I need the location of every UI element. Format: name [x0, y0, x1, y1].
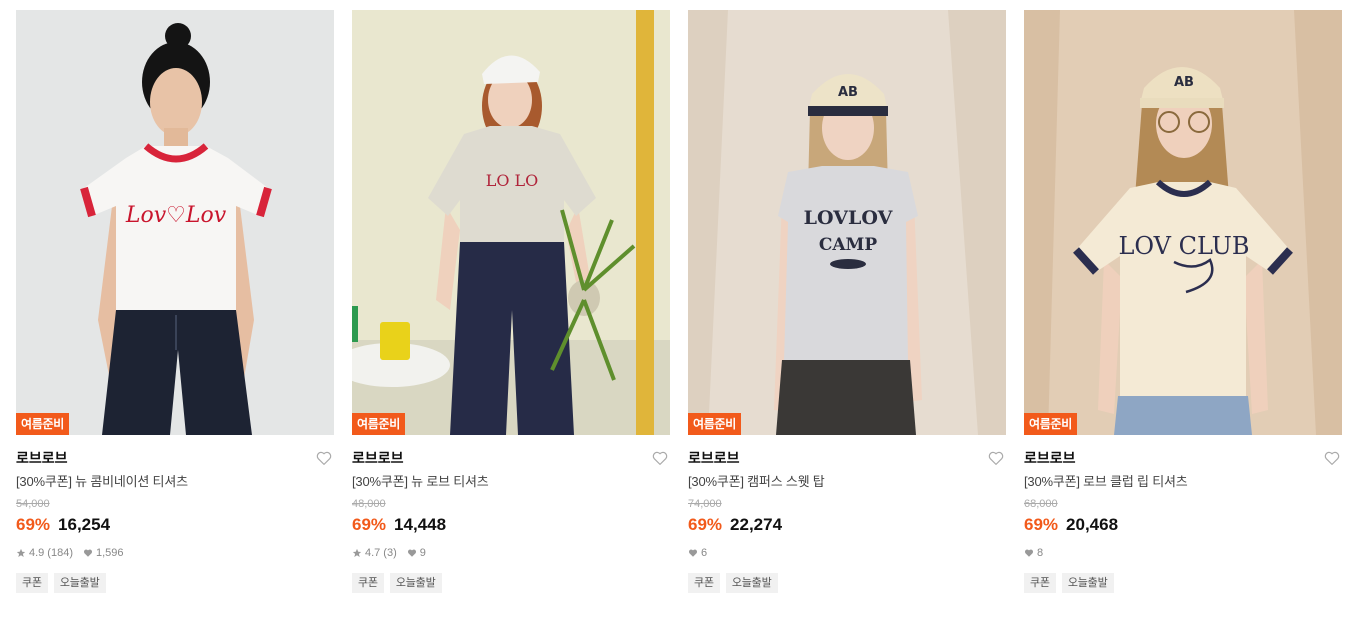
heart-icon[interactable]: [315, 449, 333, 467]
brand-name[interactable]: 로브로브: [688, 449, 1006, 467]
heart-filled-icon: [407, 549, 416, 557]
product-info: 로브로브 [30%쿠폰] 뉴 로브 티셔츠 48,000 69% 14,448 …: [352, 435, 670, 593]
promo-badge: 여름준비: [1024, 413, 1077, 435]
tag-same-day-shipping: 오늘출발: [1061, 573, 1114, 593]
tag-coupon: 쿠폰: [1024, 573, 1056, 593]
likes: 8: [1024, 547, 1043, 559]
heart-filled-icon: [1024, 549, 1034, 557]
price-row: 69% 20,468: [1024, 514, 1342, 536]
product-name[interactable]: [30%쿠폰] 뉴 콤비네이션 티셔츠: [16, 473, 334, 491]
tag-same-day-shipping: 오늘출발: [725, 573, 778, 593]
heart-filled-icon: [83, 549, 93, 557]
product-photo: AB LOV CLUB: [1024, 10, 1342, 435]
heart-icon[interactable]: [1323, 449, 1341, 467]
tag-coupon: 쿠폰: [352, 573, 384, 593]
product-stats: 4.9 (184) 1,596: [16, 545, 334, 561]
likes: 1,596: [83, 547, 124, 559]
product-image[interactable]: AB LOVLOV CAMP 여름준비: [688, 10, 1006, 435]
discount-rate: 69%: [1024, 515, 1059, 534]
product-name[interactable]: [30%쿠폰] 캠퍼스 스웻 탑: [688, 473, 1006, 491]
price-row: 69% 16,254: [16, 514, 334, 536]
likes: 6: [688, 547, 707, 559]
original-price: 74,000: [688, 498, 722, 510]
tag-same-day-shipping: 오늘출발: [389, 573, 442, 593]
tag-list: 쿠폰 오늘출발: [16, 573, 334, 593]
review-count: (184): [47, 547, 73, 559]
heart-icon[interactable]: [987, 449, 1005, 467]
likes: 9: [407, 547, 426, 559]
sale-price: 22,274: [730, 515, 783, 534]
product-grid: Lov♡Lov 여름준비 로브로브 [30%쿠폰] 뉴 콤비네이션 티셔츠 54…: [0, 0, 1350, 619]
rating-value: 4.9: [29, 547, 45, 559]
discount-rate: 69%: [352, 515, 387, 534]
price-row: 69% 14,448: [352, 514, 670, 536]
discount-rate: 69%: [688, 515, 723, 534]
discount-rate: 69%: [16, 515, 51, 534]
sale-price: 14,448: [394, 515, 447, 534]
promo-badge: 여름준비: [688, 413, 741, 435]
star-icon: [16, 548, 26, 557]
like-count: 6: [701, 547, 708, 559]
sale-price: 20,468: [1066, 515, 1119, 534]
svg-text:LOVLOV: LOVLOV: [804, 207, 894, 229]
svg-text:AB: AB: [1174, 75, 1194, 90]
product-stats: 6: [688, 545, 1006, 561]
promo-badge: 여름준비: [16, 413, 69, 435]
product-stats: 4.7 (3) 9: [352, 545, 670, 561]
original-price: 48,000: [352, 498, 386, 510]
product-info: 로브로브 [30%쿠폰] 뉴 콤비네이션 티셔츠 54,000 69% 16,2…: [16, 435, 334, 593]
tag-list: 쿠폰 오늘출발: [1024, 573, 1342, 593]
product-image[interactable]: Lov♡Lov 여름준비: [16, 10, 334, 435]
brand-name[interactable]: 로브로브: [1024, 449, 1342, 467]
svg-text:LO LO: LO LO: [486, 171, 539, 190]
heart-icon[interactable]: [651, 449, 669, 467]
review-count: (3): [383, 547, 397, 559]
svg-text:Lov♡Lov: Lov♡Lov: [125, 203, 227, 228]
rating: 4.7 (3): [352, 547, 397, 559]
product-stats: 8: [1024, 545, 1342, 561]
original-price: 68,000: [1024, 498, 1058, 510]
brand-name[interactable]: 로브로브: [16, 449, 334, 467]
product-name[interactable]: [30%쿠폰] 뉴 로브 티셔츠: [352, 473, 670, 491]
product-card[interactable]: AB LOVLOV CAMP 여름준비 로브로브 [30%쿠폰] 캠퍼스 스웻 …: [688, 10, 1006, 593]
product-info: 로브로브 [30%쿠폰] 캠퍼스 스웻 탑 74,000 69% 22,274 …: [688, 435, 1006, 593]
svg-text:CAMP: CAMP: [819, 235, 878, 255]
tag-same-day-shipping: 오늘출발: [53, 573, 106, 593]
product-card[interactable]: AB LOV CLUB 여름준비 로브로브 [30%쿠폰] 로브 클럽 립 티셔…: [1024, 10, 1342, 593]
like-count: 9: [419, 547, 426, 559]
product-card[interactable]: LO LO 여름준비 로브로브 [30%쿠폰] 뉴 로브 티셔츠 48,000 …: [352, 10, 670, 593]
rating: 4.9 (184): [16, 547, 73, 559]
product-info: 로브로브 [30%쿠폰] 로브 클럽 립 티셔츠 68,000 69% 20,4…: [1024, 435, 1342, 593]
svg-text:AB: AB: [838, 85, 858, 100]
tag-list: 쿠폰 오늘출발: [352, 573, 670, 593]
product-card[interactable]: Lov♡Lov 여름준비 로브로브 [30%쿠폰] 뉴 콤비네이션 티셔츠 54…: [16, 10, 334, 593]
rating-value: 4.7: [365, 547, 381, 559]
svg-text:LOV CLUB: LOV CLUB: [1118, 232, 1249, 260]
product-image[interactable]: LO LO 여름준비: [352, 10, 670, 435]
product-photo: Lov♡Lov: [16, 10, 334, 435]
price-row: 69% 22,274: [688, 514, 1006, 536]
tag-coupon: 쿠폰: [688, 573, 720, 593]
heart-filled-icon: [688, 549, 698, 557]
product-image[interactable]: AB LOV CLUB 여름준비: [1024, 10, 1342, 435]
tag-coupon: 쿠폰: [16, 573, 48, 593]
promo-badge: 여름준비: [352, 413, 405, 435]
like-count: 8: [1037, 547, 1044, 559]
like-count: 1,596: [95, 547, 124, 559]
star-icon: [352, 548, 362, 557]
tag-list: 쿠폰 오늘출발: [688, 573, 1006, 593]
product-photo: LO LO: [352, 10, 670, 435]
brand-name[interactable]: 로브로브: [352, 449, 670, 467]
product-photo: AB LOVLOV CAMP: [688, 10, 1006, 435]
original-price: 54,000: [16, 498, 50, 510]
sale-price: 16,254: [58, 515, 111, 534]
product-name[interactable]: [30%쿠폰] 로브 클럽 립 티셔츠: [1024, 473, 1342, 491]
